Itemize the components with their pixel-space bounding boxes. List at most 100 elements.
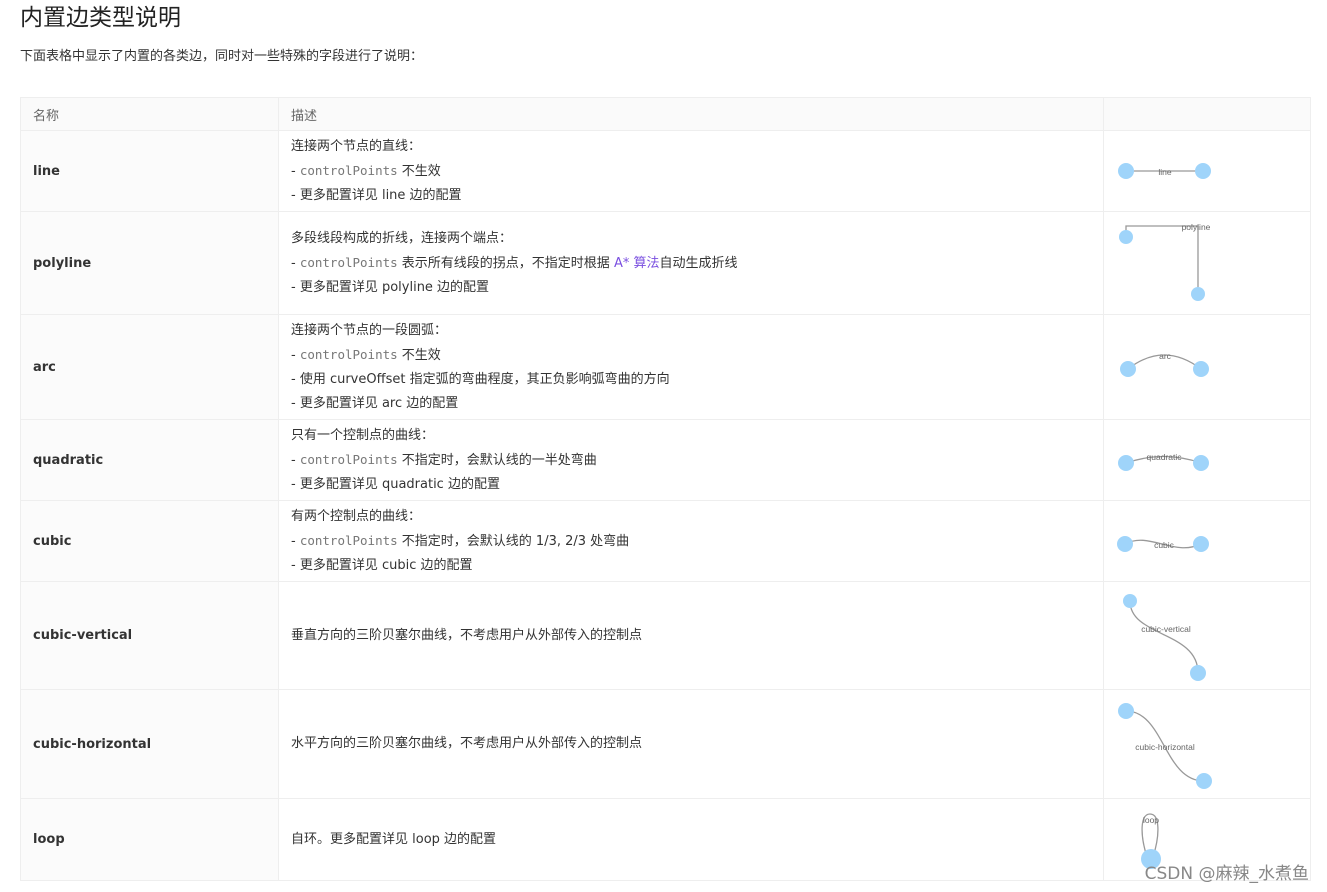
watermark: CSDN @麻辣_水煮鱼 <box>1144 864 1309 884</box>
description-line: - 更多配置详见 arc 边的配置 <box>291 392 1091 416</box>
description-line: - 更多配置详见 line 边的配置 <box>291 184 1091 208</box>
line-text: 不生效 <box>397 347 441 363</box>
line-text: - 更多配置详见 quadratic 边的配置 <box>291 476 500 492</box>
column-header-name: 名称 <box>20 97 279 131</box>
line-prefix: - <box>291 163 300 179</box>
edge-preview: cubic <box>1103 500 1311 582</box>
line-suffix: 自动生成折线 <box>659 255 738 271</box>
edge-type-description: 只有一个控制点的曲线： - controlPoints 不指定时，会默认线的一半处… <box>278 419 1104 501</box>
edge-type-description: 垂直方向的三阶贝塞尔曲线，不考虑用户从外部传入的控制点 <box>278 581 1104 690</box>
intro-text: 下面表格中显示了内置的各类边，同时对一些特殊的字段进行了说明： <box>20 49 424 64</box>
description-line: - 使用 curveOffset 指定弧的弯曲程度，其正负影响弧弯曲的方向 <box>291 368 1091 392</box>
edge-label: line <box>1158 167 1172 177</box>
edge-preview: polyline <box>1103 211 1311 315</box>
table-row: line 连接两个节点的直线： - controlPoints 不生效 - 更多配置详… <box>20 130 1311 212</box>
line-prefix: - <box>291 347 300 363</box>
inline-code: controlPoints <box>299 346 398 362</box>
description-line: 垂直方向的三阶贝塞尔曲线，不考虑用户从外部传入的控制点 <box>291 624 1091 648</box>
description-line: - controlPoints 表示所有线段的拐点，不指定时根据 A* 算法自动… <box>291 251 1091 276</box>
edge-preview: line <box>1103 130 1311 212</box>
line-text: - 更多配置详见 polyline 边的配置 <box>291 279 490 295</box>
cubic-edge-diagram: cubic <box>1117 536 1209 552</box>
edge-type-name: cubic-vertical <box>20 581 279 690</box>
cubic-horizontal-edge-diagram: cubic-horizontal <box>1118 703 1212 789</box>
graph-node <box>1193 536 1209 552</box>
description-line: - controlPoints 不指定时，会默认线的一半处弯曲 <box>291 448 1091 473</box>
edge-type-description: 连接两个节点的直线： - controlPoints 不生效 - 更多配置详见 li… <box>278 130 1104 212</box>
description-line: 连接两个节点的一段圆弧： <box>291 319 1091 343</box>
edge-type-name: loop <box>20 798 279 881</box>
table-row: polyline 多段线段构成的折线，连接两个端点： - controlPoints… <box>20 211 1311 315</box>
description-line: - controlPoints 不生效 <box>291 343 1091 368</box>
line-text: - 使用 curveOffset 指定弧的弯曲程度，其正负影响弧弯曲的方向 <box>291 371 670 387</box>
column-header-preview <box>1103 97 1311 131</box>
edge-type-name: cubic <box>20 500 279 582</box>
edge-type-name: line <box>20 130 279 212</box>
inline-code: controlPoints <box>299 254 398 270</box>
description-line: 自环。更多配置详见 loop 边的配置 <box>291 828 1091 852</box>
table-row: cubic-vertical 垂直方向的三阶贝塞尔曲线，不考虑用户从外部传入的控制… <box>20 581 1311 690</box>
description-line: - controlPoints 不指定时，会默认线的 1/3, 2/3 处弯曲 <box>291 529 1091 554</box>
cubic-vertical-edge-diagram: cubic-vertical <box>1123 594 1206 681</box>
page-title: 内置边类型说明 <box>20 5 181 31</box>
inline-code: controlPoints <box>299 451 398 467</box>
line-text: 表示所有线段的拐点，不指定时根据 <box>397 255 614 271</box>
graph-node <box>1119 230 1133 244</box>
edge-type-description: 有两个控制点的曲线： - controlPoints 不指定时，会默认线的 1/3… <box>278 500 1104 582</box>
graph-node <box>1120 361 1136 377</box>
description-line: - 更多配置详见 cubic 边的配置 <box>291 554 1091 578</box>
line-text: 有两个控制点的曲线： <box>291 508 422 524</box>
graph-node <box>1117 536 1133 552</box>
line-text: - 更多配置详见 cubic 边的配置 <box>291 557 473 573</box>
description-line: 只有一个控制点的曲线： <box>291 424 1091 448</box>
graph-node <box>1191 287 1205 301</box>
arc-edge-diagram: arc <box>1120 351 1209 377</box>
edge-type-name: cubic-horizontal <box>20 689 279 799</box>
graph-node <box>1193 455 1209 471</box>
description-line: - 更多配置详见 polyline 边的配置 <box>291 276 1091 300</box>
line-text: 不指定时，会默认线的一半处弯曲 <box>397 452 597 468</box>
description-line: 多段线段构成的折线，连接两个端点： <box>291 227 1091 251</box>
description-line: 连接两个节点的直线： <box>291 135 1091 159</box>
edge-label: quadratic <box>1147 452 1183 462</box>
graph-node <box>1196 773 1212 789</box>
table-row: cubic 有两个控制点的曲线： - controlPoints 不指定时，会默认线… <box>20 500 1311 582</box>
line-text: 不指定时，会默认线的 1/3, 2/3 处弯曲 <box>397 533 630 549</box>
edge-label: polyline <box>1182 222 1211 232</box>
edge-type-description: 多段线段构成的折线，连接两个端点： - controlPoints 表示所有线段的… <box>278 211 1104 315</box>
line-prefix: - <box>291 255 300 271</box>
line-text: 自环。更多配置详见 loop 边的配置 <box>291 831 497 847</box>
inline-code: controlPoints <box>299 162 398 178</box>
line-prefix: - <box>291 533 300 549</box>
edge-type-description: 连接两个节点的一段圆弧： - controlPoints 不生效 - 使用 curv… <box>278 314 1104 420</box>
quadratic-edge-diagram: quadratic <box>1118 452 1209 471</box>
line-text: 连接两个节点的直线： <box>291 138 422 154</box>
edge-label: loop <box>1143 815 1159 825</box>
edge-types-table: 名称 描述 line 连接两个节点的直线： - controlPoints 不生效 -… <box>20 97 1311 881</box>
description-line: 水平方向的三阶贝塞尔曲线，不考虑用户从外部传入的控制点 <box>291 732 1091 756</box>
description-line: - controlPoints 不生效 <box>291 159 1091 184</box>
edge-type-name: arc <box>20 314 279 420</box>
graph-node <box>1193 361 1209 377</box>
table-header-row: 名称 描述 <box>20 97 1311 131</box>
edge-label: cubic-horizontal <box>1135 742 1195 752</box>
edge-preview: quadratic <box>1103 419 1311 501</box>
polyline-edge-diagram: polyline <box>1119 222 1211 301</box>
graph-node <box>1123 594 1137 608</box>
edge-label: arc <box>1159 351 1172 361</box>
line-text: - 更多配置详见 arc 边的配置 <box>291 395 459 411</box>
line-text: 多段线段构成的折线，连接两个端点： <box>291 230 513 246</box>
graph-node <box>1118 163 1134 179</box>
edge-label: cubic-vertical <box>1141 624 1191 634</box>
edge-path <box>1129 600 1199 674</box>
edge-path <box>1125 225 1199 294</box>
table-row: arc 连接两个节点的一段圆弧： - controlPoints 不生效 - 使用 c… <box>20 314 1311 420</box>
line-text: 垂直方向的三阶贝塞尔曲线，不考虑用户从外部传入的控制点 <box>291 627 643 643</box>
algorithm-link[interactable]: A* 算法 <box>614 256 660 271</box>
edge-type-name: polyline <box>20 211 279 315</box>
line-text: 只有一个控制点的曲线： <box>291 427 435 443</box>
line-text: - 更多配置详见 line 边的配置 <box>291 187 462 203</box>
line-prefix: - <box>291 452 300 468</box>
edge-type-name: quadratic <box>20 419 279 501</box>
line-text: 不生效 <box>397 163 441 179</box>
